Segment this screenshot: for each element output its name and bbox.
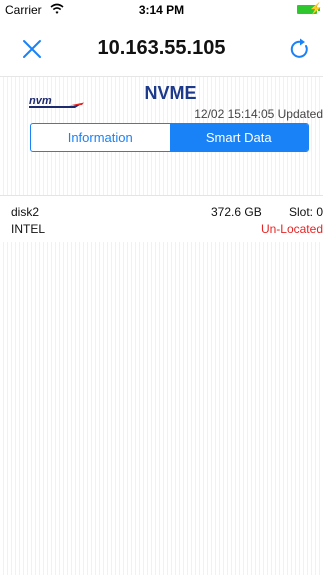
device-header: nvm NVME 12/02 15:14:05 Updated Informat… bbox=[0, 77, 323, 195]
page-title: 10.163.55.105 bbox=[97, 37, 226, 59]
navigation-bar: 10.163.55.105 bbox=[0, 20, 323, 77]
disk-size: 372.6 GB bbox=[211, 205, 262, 219]
status-time: 3:14 PM bbox=[138, 3, 185, 17]
disk-list: disk2 372.6 GB Slot: 0 INTEL Un-Located bbox=[0, 195, 323, 575]
segmented-control: Information Smart Data bbox=[30, 123, 309, 152]
refresh-icon[interactable] bbox=[289, 38, 311, 60]
disk-slot: Slot: 0 bbox=[288, 205, 323, 219]
disk-name: disk2 bbox=[11, 205, 40, 219]
tab-smart-data[interactable]: Smart Data bbox=[169, 124, 308, 151]
status-bar: Carrier 3:14 PM ⚡ bbox=[0, 0, 323, 20]
device-name: NVME bbox=[144, 83, 197, 103]
charging-icon: ⚡ bbox=[309, 3, 323, 15]
disk-location-status: Un-Located bbox=[260, 222, 323, 236]
tab-information[interactable]: Information bbox=[31, 124, 170, 151]
list-item[interactable]: disk2 372.6 GB Slot: 0 INTEL Un-Located bbox=[0, 195, 323, 242]
disk-vendor: INTEL bbox=[11, 222, 46, 236]
updated-timestamp: 12/02 15:14:05 Updated bbox=[194, 107, 323, 121]
